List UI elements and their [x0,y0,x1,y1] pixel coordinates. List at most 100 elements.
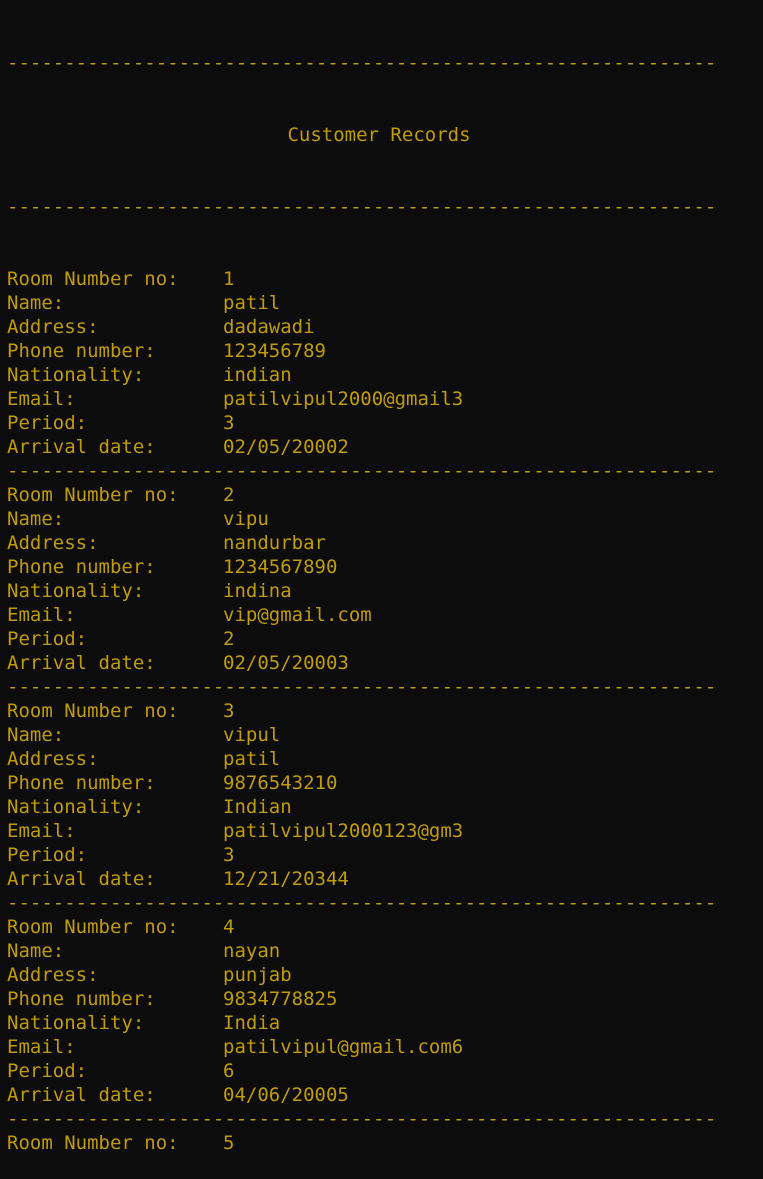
terminal-output: ----------------------------------------… [7,3,763,1179]
record-field-arrival: Arrival date: 04/06/20005 [7,1083,763,1107]
field-label: Nationality: [7,364,145,386]
customer-record: Room Number no: 1 Name: patil Address: dadawa… [7,267,763,459]
separator-line: ----------------------------------------… [7,676,717,698]
field-label: Arrival date: [7,868,156,890]
record-field-period: Period: 6 [7,1059,763,1083]
separator-line: ----------------------------------------… [7,1108,717,1130]
field-value: 9876543210 [223,772,338,794]
field-label: Room Number no: [7,268,179,290]
field-value: 12/21/20344 [223,868,349,890]
field-value: 02/05/20002 [223,436,349,458]
separator-line: ----------------------------------------… [7,52,717,74]
field-label: Address: [7,532,99,554]
customer-record: Room Number no: 5 [7,1131,763,1155]
field-value: nayan [223,940,281,962]
field-value: vip@gmail.com [223,604,372,626]
field-value: indian [223,364,292,386]
record-field-room: Room Number no: 1 [7,267,763,291]
record-field-arrival: Arrival date: 02/05/20003 [7,651,763,675]
record-field-address: Address: nandurbar [7,531,763,555]
field-label: Address: [7,316,99,338]
record-field-room: Room Number no: 2 [7,483,763,507]
field-label: Email: [7,1036,76,1058]
field-value: 3 [223,844,235,866]
field-value: India [223,1012,281,1034]
field-value: 3 [223,700,235,722]
field-label: Period: [7,628,88,650]
field-value: 04/06/20005 [223,1084,349,1106]
field-value: patil [223,748,281,770]
field-label: Phone number: [7,556,156,578]
field-value: patilvipul2000@gmail3 [223,388,464,410]
field-value: Indian [223,796,292,818]
field-value: punjab [223,964,292,986]
field-label: Name: [7,940,65,962]
record-field-phone: Phone number: 1234567890 [7,555,763,579]
record-field-nationality: Nationality: Indian [7,795,763,819]
field-label: Email: [7,820,76,842]
field-label: Name: [7,508,65,530]
field-label: Phone number: [7,772,156,794]
field-label: Arrival date: [7,652,156,674]
record-field-address: Address: dadawadi [7,315,763,339]
record-field-address: Address: punjab [7,963,763,987]
record-field-nationality: Nationality: India [7,1011,763,1035]
record-field-email: Email: patilvipul@gmail.com6 [7,1035,763,1059]
field-value: 6 [223,1060,235,1082]
field-value: 1234567890 [223,556,338,578]
field-value: 9834778825 [223,988,338,1010]
separator-line: ----------------------------------------… [7,460,717,482]
customer-record: Room Number no: 4 Name: nayan Address: punjab… [7,915,763,1107]
record-field-period: Period: 3 [7,411,763,435]
record-field-period: Period: 2 [7,627,763,651]
field-label: Period: [7,1060,88,1082]
field-value: 2 [223,628,235,650]
customer-record: Room Number no: 3 Name: vipul Address: patil P… [7,699,763,891]
separator-line: ----------------------------------------… [7,196,717,218]
record-field-email: Email: patilvipul2000@gmail3 [7,387,763,411]
field-value: patil [223,292,281,314]
field-label: Period: [7,844,88,866]
field-label: Nationality: [7,796,145,818]
field-label: Room Number no: [7,1132,179,1154]
field-value: nandurbar [223,532,326,554]
field-label: Room Number no: [7,484,179,506]
field-label: Room Number no: [7,700,179,722]
field-label: Name: [7,292,65,314]
record-field-name: Name: nayan [7,939,763,963]
field-value: 123456789 [223,340,326,362]
record-field-phone: Phone number: 9876543210 [7,771,763,795]
field-label: Arrival date: [7,1084,156,1106]
record-field-name: Name: patil [7,291,763,315]
record-field-room: Room Number no: 3 [7,699,763,723]
field-label: Address: [7,964,99,986]
field-label: Name: [7,724,65,746]
field-label: Arrival date: [7,436,156,458]
record-field-phone: Phone number: 9834778825 [7,987,763,1011]
page-title: Customer Records [287,124,471,146]
record-field-room: Room Number no: 5 [7,1131,763,1155]
field-value: patilvipul@gmail.com6 [223,1036,464,1058]
record-field-nationality: Nationality: indina [7,579,763,603]
field-value: 1 [223,268,235,290]
field-label: Address: [7,748,99,770]
field-label: Email: [7,388,76,410]
record-field-arrival: Arrival date: 12/21/20344 [7,867,763,891]
field-value: dadawadi [223,316,315,338]
field-value: 4 [223,916,235,938]
separator-line: ----------------------------------------… [7,892,717,914]
field-value: indina [223,580,292,602]
field-label: Phone number: [7,340,156,362]
field-label: Nationality: [7,1012,145,1034]
record-field-phone: Phone number: 123456789 [7,339,763,363]
field-value: vipul [223,724,281,746]
record-field-name: Name: vipu [7,507,763,531]
record-field-email: Email: vip@gmail.com [7,603,763,627]
field-label: Nationality: [7,580,145,602]
field-label: Room Number no: [7,916,179,938]
record-field-room: Room Number no: 4 [7,915,763,939]
record-field-period: Period: 3 [7,843,763,867]
field-label: Phone number: [7,988,156,1010]
record-field-nationality: Nationality: indian [7,363,763,387]
field-value: 02/05/20003 [223,652,349,674]
